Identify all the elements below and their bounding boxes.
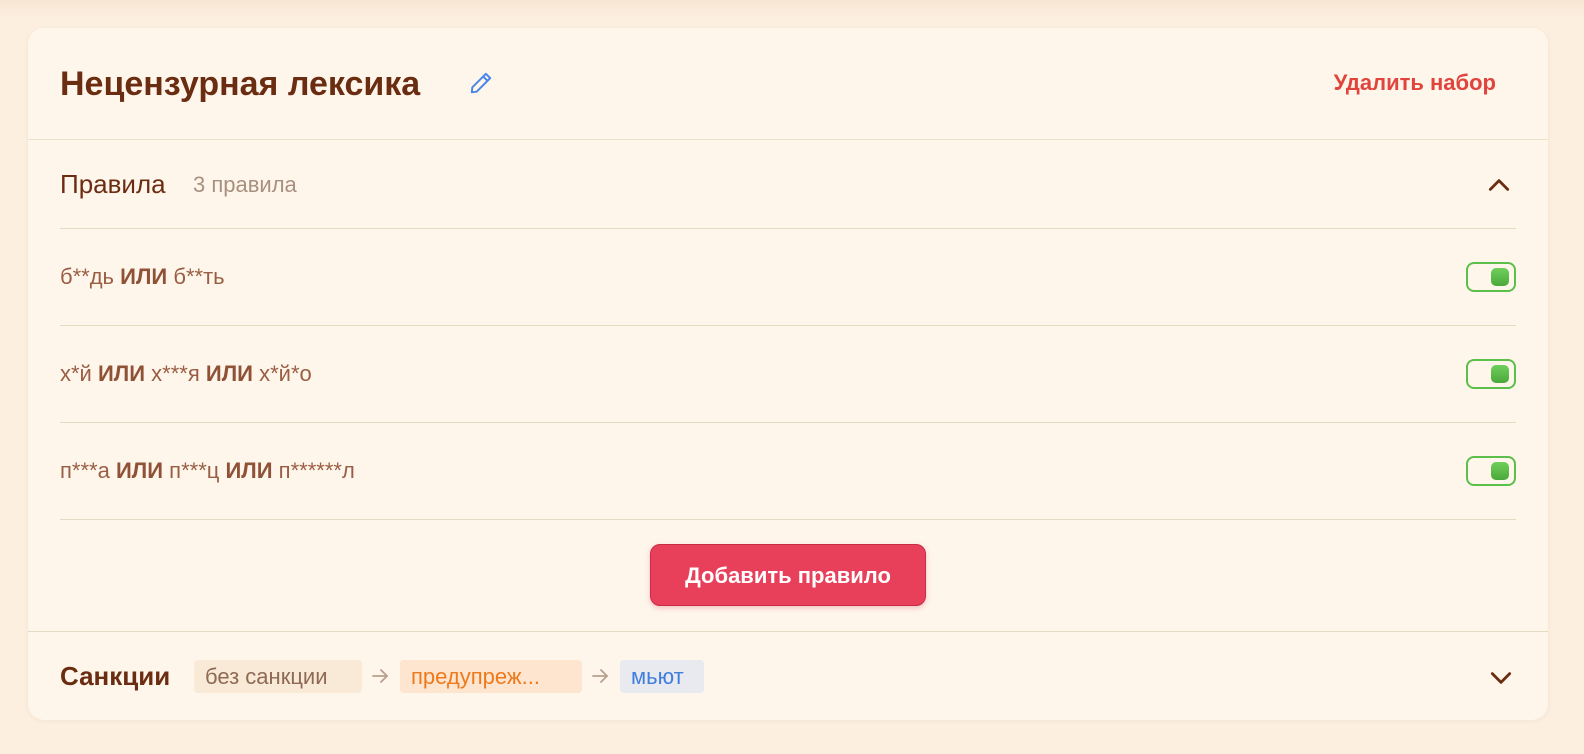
sanction-chip-mute: мьют xyxy=(620,660,704,693)
toggle-knob xyxy=(1491,268,1509,286)
rules-title: Правила xyxy=(60,169,166,199)
sanctions-section-header[interactable]: Санкции без санкции предупреж... мьют xyxy=(28,631,1548,721)
chevron-up-icon[interactable] xyxy=(1486,172,1512,198)
arrow-right-icon xyxy=(372,669,388,683)
add-rule-button[interactable]: Добавить правило xyxy=(650,544,926,606)
rule-term: б**дь xyxy=(60,264,115,289)
rules-count: 3 правила xyxy=(193,172,297,197)
rule-term: п***а xyxy=(60,458,110,483)
rule-term: п***ц xyxy=(169,458,220,483)
rule-operator: ИЛИ xyxy=(115,458,164,483)
rule-expression: п***а ИЛИ п***ц ИЛИ п******л xyxy=(60,458,355,484)
rule-set-title: Нецензурная лексика xyxy=(60,65,421,103)
rule-term: п******л xyxy=(278,458,355,483)
rule-toggle[interactable] xyxy=(1466,359,1516,389)
chevron-down-icon[interactable] xyxy=(1488,665,1514,691)
rule-term: х*й xyxy=(60,361,92,386)
sanction-chip-none: без санкции xyxy=(194,660,362,693)
rule-expression: б**дь ИЛИ б**ть xyxy=(60,264,225,290)
page-top-shadow xyxy=(0,0,1584,18)
rule-expression: х*й ИЛИ х***я ИЛИ х*й*о xyxy=(60,361,312,387)
rule-row: б**дь ИЛИ б**ть xyxy=(60,229,1516,326)
pencil-icon[interactable] xyxy=(468,70,494,96)
toggle-knob xyxy=(1491,365,1509,383)
rule-row: п***а ИЛИ п***ц ИЛИ п******л xyxy=(60,423,1516,520)
sanctions-title: Санкции xyxy=(60,661,171,691)
card-header: Нецензурная лексика Удалить набор xyxy=(28,28,1548,140)
rule-term: б**ть xyxy=(173,264,225,289)
rule-set-card: Нецензурная лексика Удалить набор Правил… xyxy=(28,28,1548,720)
arrow-right-icon xyxy=(592,669,608,683)
rule-operator: ИЛИ xyxy=(225,458,273,483)
rule-toggle[interactable] xyxy=(1466,456,1516,486)
rule-term: х*й*о xyxy=(259,361,312,386)
delete-set-button[interactable]: Удалить набор xyxy=(1334,70,1496,96)
rule-operator: ИЛИ xyxy=(97,361,146,386)
rule-row: х*й ИЛИ х***я ИЛИ х*й*о xyxy=(60,326,1516,423)
rule-operator: ИЛИ xyxy=(120,264,168,289)
toggle-knob xyxy=(1491,462,1509,480)
rule-operator: ИЛИ xyxy=(205,361,253,386)
rule-toggle[interactable] xyxy=(1466,262,1516,292)
rules-section-header[interactable]: Правила 3 правила xyxy=(60,140,1516,229)
rule-term: х***я xyxy=(151,361,200,386)
sanction-chip-warning: предупреж... xyxy=(400,660,582,693)
